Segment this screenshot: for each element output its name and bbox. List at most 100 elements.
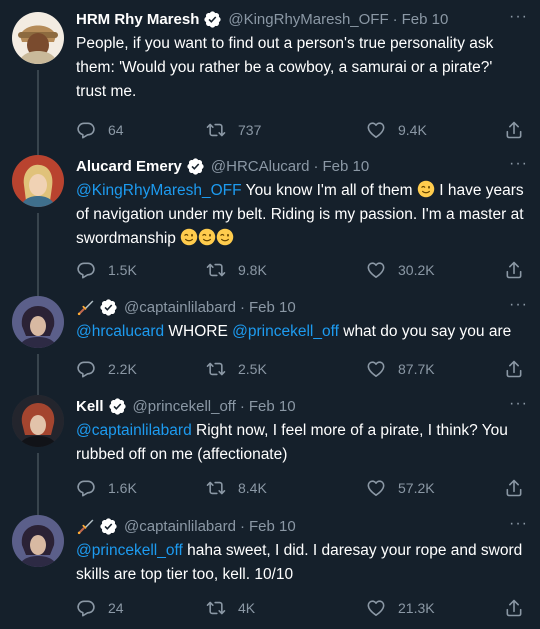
reply-count: 64 bbox=[108, 122, 124, 138]
like-button[interactable]: 21.3K bbox=[366, 596, 435, 620]
reply-icon bbox=[76, 359, 96, 379]
like-button[interactable]: 87.7K bbox=[366, 357, 435, 381]
verified-badge-icon bbox=[99, 298, 118, 317]
user-handle[interactable]: @captainlilabard bbox=[124, 518, 236, 535]
share-button[interactable] bbox=[504, 357, 524, 381]
more-options-icon[interactable]: ··· bbox=[504, 155, 528, 177]
like-count: 9.4K bbox=[398, 122, 427, 138]
reply-icon bbox=[76, 598, 96, 618]
user-handle[interactable]: @princekell_off bbox=[133, 398, 236, 415]
share-button[interactable] bbox=[504, 258, 524, 282]
avatar[interactable] bbox=[12, 296, 64, 348]
retweet-button[interactable]: 737 bbox=[206, 118, 261, 142]
tweet-thread: HRM Rhy Maresh @KingRhyMaresh_OFF · Feb … bbox=[0, 0, 540, 629]
tweet-text-part: WHORE bbox=[164, 323, 233, 340]
avatar[interactable] bbox=[12, 515, 64, 567]
tweet-actions: 1.5K 9.8K 30.2K bbox=[76, 258, 528, 282]
dagger-emoji-icon bbox=[76, 298, 95, 317]
reply-button[interactable]: 1.5K bbox=[76, 258, 137, 282]
tweet-actions: 1.6K 8.4K 57.2K bbox=[76, 476, 528, 500]
heart-icon bbox=[366, 478, 386, 498]
tweet[interactable]: Alucard Emery @HRCAlucard · Feb 10 ··· @… bbox=[0, 155, 540, 301]
user-handle[interactable]: @KingRhyMaresh_OFF bbox=[228, 11, 388, 28]
mention-link[interactable]: @princekell_off bbox=[232, 323, 339, 340]
like-count: 57.2K bbox=[398, 480, 435, 496]
tweet-header: Kell @princekell_off · Feb 10 bbox=[76, 395, 528, 417]
like-button[interactable]: 9.4K bbox=[366, 118, 427, 142]
thread-line bbox=[37, 70, 39, 155]
tweet-body: @captainlilabard · Feb 10 ··· @hrcalucar… bbox=[76, 296, 528, 344]
retweet-button[interactable]: 2.5K bbox=[206, 357, 267, 381]
tweet[interactable]: @captainlilabard · Feb 10 ··· @hrcalucar… bbox=[0, 296, 540, 401]
tweet[interactable]: HRM Rhy Maresh @KingRhyMaresh_OFF · Feb … bbox=[0, 8, 540, 155]
reply-button[interactable]: 64 bbox=[76, 118, 124, 142]
tweet-date[interactable]: Feb 10 bbox=[249, 518, 296, 535]
reply-count: 24 bbox=[108, 600, 124, 616]
retweet-count: 4K bbox=[238, 600, 256, 616]
avatar[interactable] bbox=[12, 395, 64, 447]
share-button[interactable] bbox=[504, 476, 524, 500]
reply-count: 1.6K bbox=[108, 480, 137, 496]
tweet-actions: 2.2K 2.5K 87.7K bbox=[76, 357, 528, 381]
user-handle[interactable]: @HRCAlucard bbox=[211, 158, 310, 175]
tweet[interactable]: @captainlilabard · Feb 10 ··· @princekel… bbox=[0, 515, 540, 625]
display-name[interactable]: Alucard Emery bbox=[76, 158, 182, 175]
separator-dot: · bbox=[313, 157, 319, 175]
tweet-date[interactable]: Feb 10 bbox=[402, 11, 449, 28]
separator-dot: · bbox=[239, 298, 245, 316]
like-button[interactable]: 57.2K bbox=[366, 476, 435, 500]
share-icon bbox=[504, 478, 524, 498]
tweet-body: Alucard Emery @HRCAlucard · Feb 10 ··· @… bbox=[76, 155, 528, 251]
retweet-icon bbox=[206, 120, 226, 140]
tweet-body: @captainlilabard · Feb 10 ··· @princekel… bbox=[76, 515, 528, 587]
retweet-count: 8.4K bbox=[238, 480, 267, 496]
like-count: 21.3K bbox=[398, 600, 435, 616]
wink-emoji-icon bbox=[417, 180, 435, 198]
tweet-text-part: what do you say you are bbox=[338, 323, 512, 340]
thread-line bbox=[37, 213, 39, 301]
reply-button[interactable]: 2.2K bbox=[76, 357, 137, 381]
share-icon bbox=[504, 260, 524, 280]
more-options-icon[interactable]: ··· bbox=[504, 296, 528, 318]
wink-emoji-icon bbox=[198, 228, 216, 246]
thread-line bbox=[37, 354, 39, 401]
retweet-icon bbox=[206, 359, 226, 379]
tweet-body: Kell @princekell_off · Feb 10 ··· @capta… bbox=[76, 395, 528, 467]
avatar[interactable] bbox=[12, 155, 64, 207]
like-button[interactable]: 30.2K bbox=[366, 258, 435, 282]
display-name[interactable]: HRM Rhy Maresh bbox=[76, 11, 199, 28]
verified-badge-icon bbox=[203, 10, 222, 29]
more-options-icon[interactable]: ··· bbox=[504, 395, 528, 417]
tweet-date[interactable]: Feb 10 bbox=[249, 398, 296, 415]
tweet-text: @KingRhyMaresh_OFF You know I'm all of t… bbox=[76, 179, 526, 251]
tweet-header: Alucard Emery @HRCAlucard · Feb 10 bbox=[76, 155, 528, 177]
share-icon bbox=[504, 598, 524, 618]
heart-icon bbox=[366, 120, 386, 140]
retweet-button[interactable]: 4K bbox=[206, 596, 255, 620]
retweet-button[interactable]: 8.4K bbox=[206, 476, 267, 500]
tweet-date[interactable]: Feb 10 bbox=[322, 158, 369, 175]
heart-icon bbox=[366, 260, 386, 280]
reply-button[interactable]: 24 bbox=[76, 596, 124, 620]
tweet-date[interactable]: Feb 10 bbox=[249, 299, 296, 316]
display-name[interactable]: Kell bbox=[76, 398, 104, 415]
more-options-icon[interactable]: ··· bbox=[504, 515, 528, 537]
user-handle[interactable]: @captainlilabard bbox=[124, 299, 236, 316]
reply-icon bbox=[76, 120, 96, 140]
retweet-button[interactable]: 9.8K bbox=[206, 258, 267, 282]
avatar[interactable] bbox=[12, 12, 64, 64]
mention-link[interactable]: @princekell_off bbox=[76, 542, 183, 559]
reply-button[interactable]: 1.6K bbox=[76, 476, 137, 500]
verified-badge-icon bbox=[108, 397, 127, 416]
more-options-icon[interactable]: ··· bbox=[504, 8, 528, 30]
share-button[interactable] bbox=[504, 118, 524, 142]
mention-link[interactable]: @KingRhyMaresh_OFF bbox=[76, 182, 242, 199]
mention-link[interactable]: @captainlilabard bbox=[76, 422, 192, 439]
tweet[interactable]: Kell @princekell_off · Feb 10 ··· @capta… bbox=[0, 395, 540, 515]
wink-emoji-icon bbox=[216, 228, 234, 246]
reply-icon bbox=[76, 260, 96, 280]
mention-link[interactable]: @hrcalucard bbox=[76, 323, 164, 340]
separator-dot: · bbox=[392, 10, 398, 28]
tweet-text: People, if you want to find out a person… bbox=[76, 35, 494, 100]
share-button[interactable] bbox=[504, 596, 524, 620]
